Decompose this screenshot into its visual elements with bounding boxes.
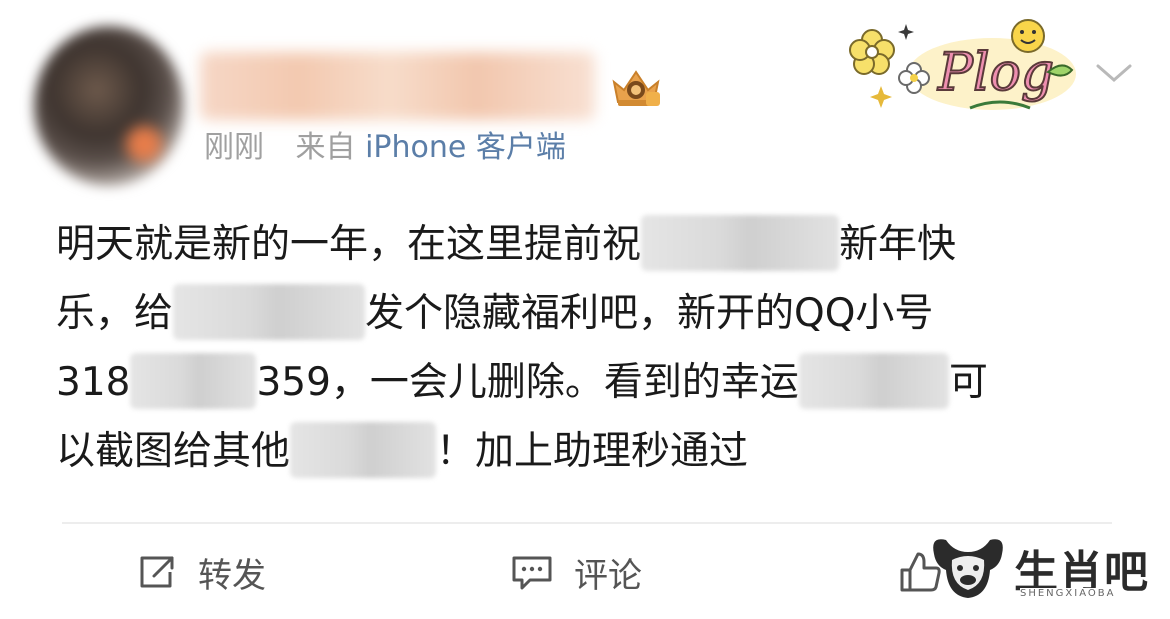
repost-label: 转发	[198, 555, 266, 596]
source-prefix: 来自	[295, 130, 356, 165]
post-text: 明天就是新的一年，在这里提前祝 新年快 乐，给 发个隐藏福利吧，新开的QQ小号 31…	[56, 210, 1126, 486]
watermark-logo: 生肖吧 SHENGXIAOBA	[928, 530, 1158, 604]
source-device[interactable]: iPhone 客户端	[365, 130, 566, 165]
comment-label: 评论	[574, 555, 642, 596]
comment-icon	[512, 556, 552, 590]
username-blurred[interactable]	[200, 52, 595, 120]
divider	[62, 522, 1112, 524]
redacted-text	[290, 421, 437, 478]
comment-button[interactable]: 评论	[510, 540, 642, 604]
watermark-sub: SHENGXIAOBA	[1020, 588, 1116, 599]
post-meta: 刚刚 来自 iPhone 客户端	[204, 128, 566, 168]
repost-icon	[140, 556, 174, 588]
post-line: 明天就是新的一年，在这里提前祝 新年快	[56, 210, 1126, 279]
crown-badge-icon	[612, 70, 660, 106]
redacted-text	[173, 283, 366, 340]
post-line: 乐，给 发个隐藏福利吧，新开的QQ小号	[56, 279, 1126, 348]
post-line: 以截图给其他 ！加上助理秒通过	[56, 417, 1126, 486]
post-time: 刚刚	[204, 130, 264, 165]
redacted-text	[130, 352, 257, 409]
redacted-text	[641, 214, 840, 271]
sticker-text: Plog	[937, 43, 1054, 103]
redacted-text	[798, 352, 949, 409]
repost-button[interactable]: 转发	[136, 540, 266, 604]
avatar[interactable]	[34, 26, 184, 186]
post-line: 318 359，一会儿删除。看到的幸运可	[56, 348, 1126, 417]
plog-sticker: Plog	[849, 19, 1076, 110]
bull-logo-icon	[933, 539, 1003, 598]
chevron-down-icon[interactable]	[1094, 58, 1134, 88]
